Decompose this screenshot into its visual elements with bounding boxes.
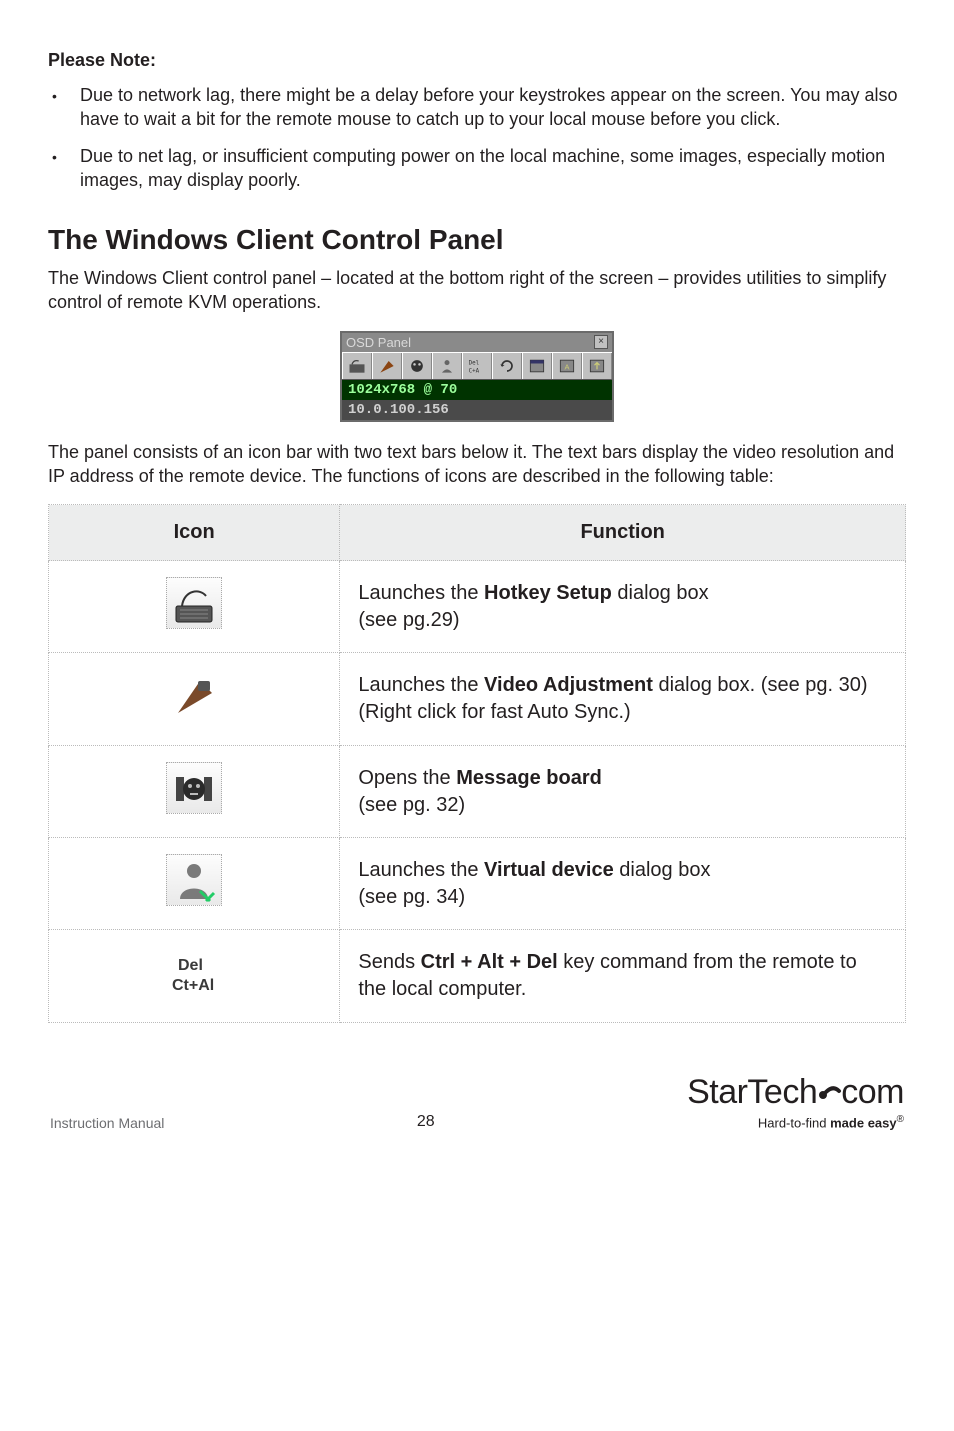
footer-page-number: 28: [417, 1113, 435, 1131]
virtual-icon: [432, 353, 462, 379]
osd-ip-text: 10.0.100.156: [342, 400, 612, 420]
osd-panel-figure: OSD Panel × Del C+A A 1024x768 @ 70 10.0.…: [48, 331, 906, 422]
func-pre: Launches the: [358, 674, 484, 696]
osd-toolbar: Del C+A A: [342, 352, 612, 380]
icon-cell: [49, 746, 340, 838]
registered-icon: ®: [897, 1114, 904, 1125]
table-row: Del Ct+Al Sends Ctrl + Alt + Del key comm…: [49, 930, 906, 1023]
func-pre: Opens the: [358, 767, 456, 789]
func-post: dialog box. (see pg. 30): [653, 674, 868, 696]
brand-connector-icon: [817, 1073, 841, 1112]
func-pre: Sends: [358, 951, 420, 973]
table-row: Launches the Video Adjustment dialog box…: [49, 653, 906, 746]
table-row: Opens the Message board (see pg. 32): [49, 746, 906, 838]
svg-text:Del: Del: [469, 360, 480, 366]
func-post: dialog box: [614, 859, 711, 881]
table-row: Launches the Virtual device dialog box (…: [49, 838, 906, 930]
function-cell: Sends Ctrl + Alt + Del key command from …: [340, 930, 906, 1023]
func-bold: Ctrl + Alt + Del: [421, 951, 558, 973]
hotkey-icon: [342, 353, 372, 379]
osd-title-text: OSD Panel: [346, 335, 411, 350]
table-header-function: Function: [340, 505, 906, 561]
icon-cell: [49, 653, 340, 746]
close-icon: ×: [594, 335, 608, 349]
icon-cell: [49, 561, 340, 653]
function-cell: Opens the Message board (see pg. 32): [340, 746, 906, 838]
virtual-icon: [166, 854, 222, 906]
func-pre: Launches the: [358, 582, 484, 604]
func-bold: Message board: [456, 767, 602, 789]
cad-icon: Del Ct+Al: [166, 946, 222, 998]
table-row: Launches the Hotkey Setup dialog box (se…: [49, 561, 906, 653]
tag-bold: made easy: [830, 1116, 897, 1131]
tag-pre: Hard-to-find: [758, 1116, 830, 1131]
svg-text:A: A: [565, 362, 570, 371]
footer-manual-label: Instruction Manual: [50, 1115, 164, 1131]
osd-title-bar: OSD Panel ×: [342, 333, 612, 352]
function-cell: Launches the Hotkey Setup dialog box (se…: [340, 561, 906, 653]
icon-cell: Del Ct+Al: [49, 930, 340, 1023]
func-bold: Hotkey Setup: [484, 582, 612, 604]
bullet-item: • Due to network lag, there might be a d…: [52, 83, 906, 132]
note-bullet-list: • Due to network lag, there might be a d…: [48, 83, 906, 192]
page-footer: Instruction Manual 28 StarTech com Hard-…: [48, 1073, 906, 1130]
function-cell: Launches the Video Adjustment dialog box…: [340, 653, 906, 746]
svg-text:Ct+Al: Ct+Al: [172, 977, 214, 994]
bullet-item: • Due to net lag, or insufficient comput…: [52, 144, 906, 193]
osd-panel-window: OSD Panel × Del C+A A 1024x768 @ 70 10.0.…: [340, 331, 614, 422]
func-post: dialog box: [612, 582, 709, 604]
bullet-dot-icon: •: [52, 83, 80, 132]
message-icon: [402, 353, 432, 379]
section-intro: The Windows Client control panel – locat…: [48, 266, 906, 315]
section-heading: The Windows Client Control Panel: [48, 224, 906, 256]
video-icon: [372, 353, 402, 379]
panel3-icon: [582, 353, 612, 379]
please-note-heading: Please Note:: [48, 50, 906, 71]
message-icon: [166, 762, 222, 814]
svg-text:C+A: C+A: [469, 368, 480, 374]
func-line2: (see pg. 32): [358, 794, 465, 816]
bullet-dot-icon: •: [52, 144, 80, 193]
panel-icon: [522, 353, 552, 379]
function-cell: Launches the Virtual device dialog box (…: [340, 838, 906, 930]
brand-part1: StarTech: [687, 1073, 817, 1112]
func-line2: (see pg.29): [358, 609, 459, 631]
footer-logo: StarTech com Hard-to-find made easy®: [687, 1073, 904, 1130]
panel2-icon: A: [552, 353, 582, 379]
sync-icon: [492, 353, 522, 379]
table-header-icon: Icon: [49, 505, 340, 561]
bullet-text: Due to network lag, there might be a del…: [80, 83, 906, 132]
function-table: Icon Function Launches the Hotkey Setup …: [48, 504, 906, 1023]
func-line2: (Right click for fast Auto Sync.): [358, 701, 630, 723]
brand-name: StarTech com: [687, 1073, 904, 1112]
func-line2: (see pg. 34): [358, 886, 465, 908]
panel-description: The panel consists of an icon bar with t…: [48, 440, 906, 489]
func-bold: Video Adjustment: [484, 674, 653, 696]
brand-tagline: Hard-to-find made easy®: [687, 1114, 904, 1130]
func-pre: Launches the: [358, 859, 484, 881]
cad-icon: Del C+A: [462, 353, 492, 379]
osd-resolution-text: 1024x768 @ 70: [342, 380, 612, 400]
svg-text:Del: Del: [178, 957, 203, 974]
video-icon: [166, 669, 222, 721]
func-bold: Virtual device: [484, 859, 614, 881]
hotkey-icon: [166, 577, 222, 629]
bullet-text: Due to net lag, or insufficient computin…: [80, 144, 906, 193]
brand-part2: com: [841, 1073, 904, 1112]
icon-cell: [49, 838, 340, 930]
